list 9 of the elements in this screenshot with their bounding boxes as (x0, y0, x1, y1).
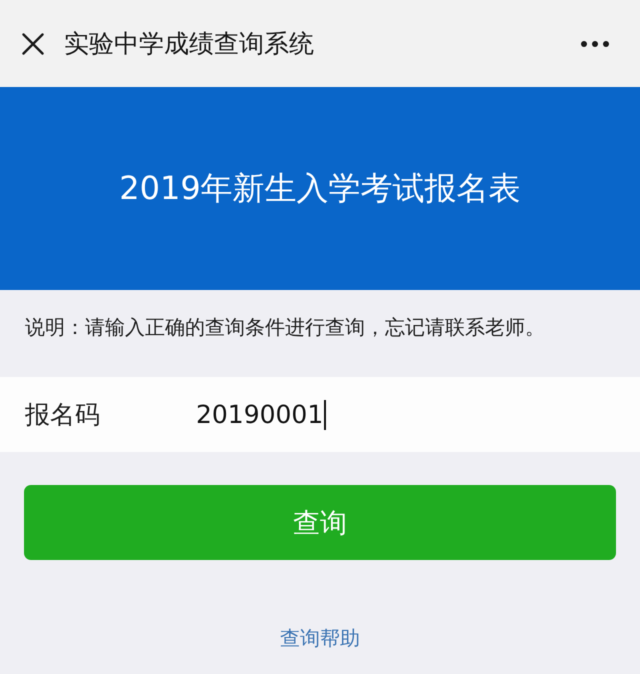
close-icon[interactable] (22, 32, 44, 54)
input-field[interactable]: 20190001 (196, 398, 615, 432)
window-title: 实验中学成绩查询系统 (64, 28, 315, 60)
notice-text: 说明：请输入正确的查询条件进行查询，忘记请联系老师。 (24, 314, 546, 341)
help-link[interactable]: 查询帮助 (280, 626, 360, 650)
field-label: 报名码 (25, 399, 101, 431)
banner-title: 2019年新生入学考试报名表 (119, 168, 521, 208)
more-icon[interactable] (581, 40, 609, 46)
query-button[interactable]: 查询 (24, 485, 616, 560)
